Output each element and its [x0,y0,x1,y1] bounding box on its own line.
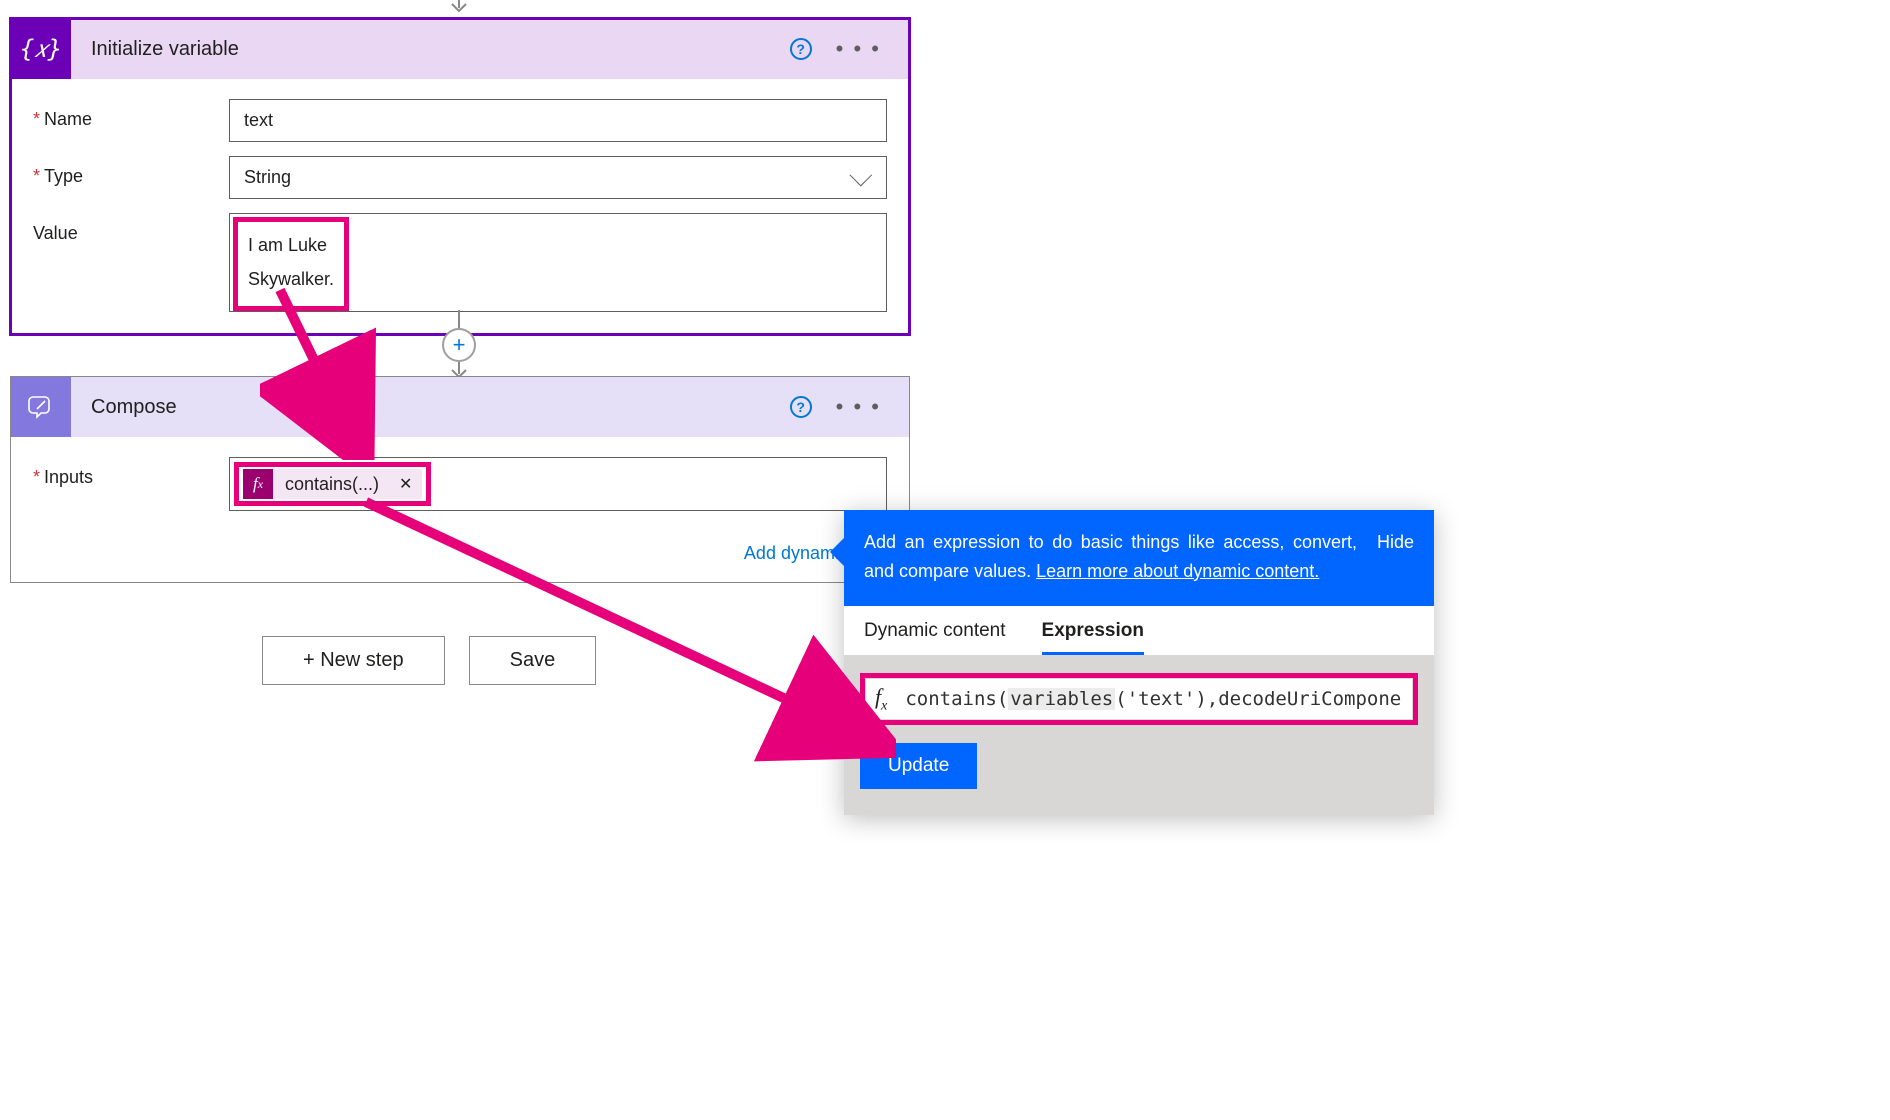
chevron-down-icon [850,163,873,186]
fx-icon: fx [875,684,887,714]
token-highlight-annotation: fx contains(...) ✕ [234,462,431,506]
expression-token[interactable]: fx contains(...) ✕ [243,469,422,499]
update-button[interactable]: Update [860,743,977,789]
card-body: *Name *Type String Value I am Luke Skywa… [11,79,909,334]
help-icon[interactable]: ? [790,396,812,418]
expression-callout: Add an expression to do basic things lik… [844,510,1434,815]
new-step-button[interactable]: + New step [262,636,445,685]
type-label: *Type [33,156,211,187]
name-label: *Name [33,99,211,130]
tab-dynamic-content[interactable]: Dynamic content [864,620,1006,655]
value-line2: Skywalker. [248,262,334,296]
card-title: Compose [71,396,790,419]
card-initialize-variable[interactable]: {𝑥} Initialize variable ? • • • *Name *T… [10,18,910,335]
tab-expression[interactable]: Expression [1042,620,1144,655]
value-input[interactable]: I am Luke Skywalker. [229,213,887,312]
value-label: Value [33,213,211,244]
more-menu-icon[interactable]: • • • [830,32,887,66]
expression-input[interactable]: fx contains(variables('text'),decodeUriC… [860,673,1418,725]
card-title: Initialize variable [71,38,790,61]
help-icon[interactable]: ? [790,38,812,60]
callout-tabs: Dynamic content Expression [844,606,1434,655]
card-compose[interactable]: Compose ? • • • *Inputs fx contains(...)… [10,376,910,583]
inputs-input[interactable]: fx contains(...) ✕ [229,457,887,511]
card-header[interactable]: {𝑥} Initialize variable ? • • • [11,19,909,79]
variable-icon: {𝑥} [11,19,71,79]
connector-middle: + [439,310,479,382]
token-label: contains(...) [273,474,389,495]
save-button[interactable]: Save [469,636,597,685]
callout-body: fx contains(variables('text'),decodeUriC… [844,655,1434,815]
add-step-button[interactable]: + [442,328,476,362]
close-icon[interactable]: ✕ [389,474,422,494]
footer-buttons: + New step Save [262,636,596,685]
more-menu-icon[interactable]: • • • [830,390,887,424]
inputs-label: *Inputs [33,457,211,488]
compose-icon [11,377,71,437]
value-highlight-annotation: I am Luke Skywalker. [233,217,349,311]
callout-caret [830,538,844,566]
connector-top [439,0,479,18]
expression-text: contains(variables('text'),decodeUriComp… [905,688,1403,710]
type-select[interactable]: String [229,156,887,199]
learn-more-link[interactable]: Learn more about dynamic content. [1036,561,1319,581]
callout-header: Add an expression to do basic things lik… [844,510,1434,606]
value-line1: I am Luke [248,228,334,262]
fx-icon: fx [243,469,273,499]
hide-link[interactable]: Hide [1377,528,1414,586]
name-input[interactable] [229,99,887,142]
card-header[interactable]: Compose ? • • • [11,377,909,437]
callout-description: Add an expression to do basic things lik… [864,528,1357,586]
type-select-value: String [244,167,291,188]
add-dynamic-row: Add dynamic cont [11,533,909,582]
card-body: *Inputs fx contains(...) ✕ [11,437,909,533]
